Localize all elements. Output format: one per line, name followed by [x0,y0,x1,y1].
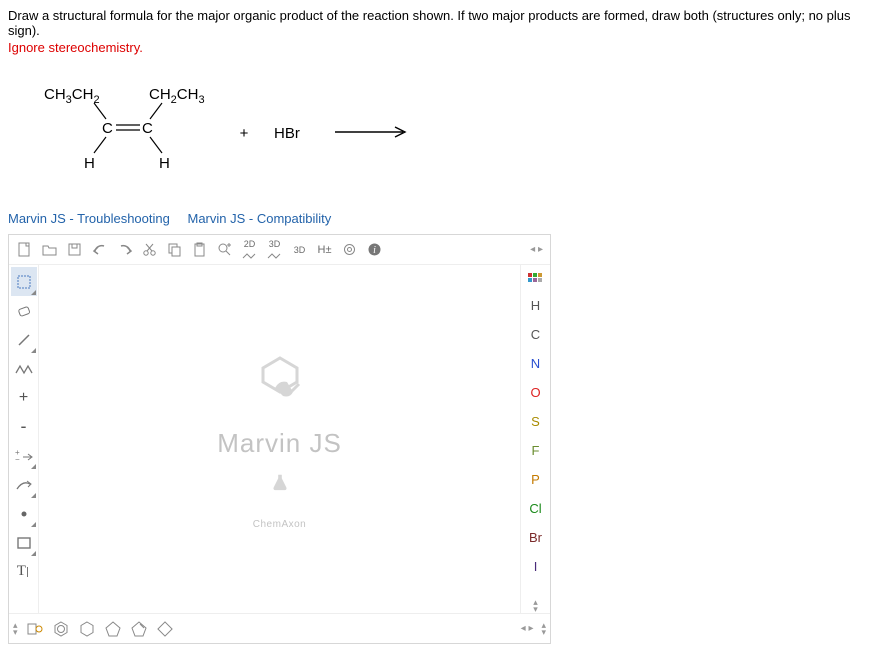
svg-text:H: H [84,155,95,172]
zoom-icon[interactable] [212,237,237,262]
bond-tool[interactable] [11,325,37,354]
new-icon[interactable] [12,237,37,262]
link-compatibility[interactable]: Marvin JS - Compatibility [187,211,331,226]
question-text: Draw a structural formula for the major … [8,8,878,38]
watermark-brand: ChemAxon [253,519,306,530]
element-h[interactable]: H [523,291,549,320]
svg-text:C: C [102,120,113,137]
watermark-title: Marvin JS [217,428,342,459]
svg-text:H: H [159,155,170,172]
svg-text:CH3CH2: CH3CH2 [44,86,100,106]
template-misc[interactable] [22,616,48,641]
open-icon[interactable] [37,237,62,262]
marvin-editor: 2D 3D 3D H± i ◂ ▸ + - +− T H C N O S F P… [8,234,551,644]
rotate3d-icon[interactable]: 3D [287,237,312,262]
reaction-arrow [333,124,413,143]
clean3d-icon[interactable]: 3D [262,237,287,262]
element-f[interactable]: F [523,436,549,465]
element-s[interactable]: S [523,407,549,436]
periodic-table-icon[interactable] [523,267,549,291]
instruction-text: Ignore stereochemistry. [8,40,878,55]
svg-text:CH2CH3: CH2CH3 [149,86,205,106]
template-cyclopentadiene[interactable] [126,616,152,641]
element-c[interactable]: C [523,320,549,349]
paste-icon[interactable] [187,237,212,262]
template-cyclohexane[interactable] [74,616,100,641]
svg-text:i: i [373,245,376,256]
reactant-structure: CH3CH2 CH2CH3 C C H H [44,83,214,183]
dot-tool[interactable] [11,499,37,528]
top-toolbar: 2D 3D 3D H± i ◂ ▸ [9,235,550,265]
chemaxon-logo-icon [271,473,289,491]
element-n[interactable]: N [523,349,549,378]
undo-icon[interactable] [87,237,112,262]
arrow-tool[interactable] [11,470,37,499]
charge-plus-tool[interactable]: + [11,383,37,412]
text-tool[interactable]: T [11,557,37,586]
bottom-updown[interactable]: ▴▾ [13,622,18,636]
cut-icon[interactable] [137,237,162,262]
element-i[interactable]: I [523,552,549,581]
box-tool[interactable] [11,528,37,557]
bottom-updown2[interactable]: ▴▾ [541,622,546,636]
svg-text:−: − [15,455,20,463]
drawing-canvas[interactable]: Marvin JS ChemAxon [39,265,520,613]
template-cyclopentane[interactable] [100,616,126,641]
template-cyclobutane[interactable] [152,616,178,641]
link-troubleshooting[interactable]: Marvin JS - Troubleshooting [8,211,170,226]
top-scroll[interactable]: ◂ ▸ [526,244,547,255]
select-tool[interactable] [11,267,37,296]
copy-icon[interactable] [162,237,187,262]
settings-icon[interactable] [337,237,362,262]
bottom-scroll[interactable]: ◂ ▸ [517,623,538,634]
reaction-diagram: CH3CH2 CH2CH3 C C H H + HBr [8,73,878,193]
redo-icon[interactable] [112,237,137,262]
charge-minus-tool[interactable]: - [11,412,37,441]
left-toolbar: + - +− T [9,265,39,613]
plus-sign: + [240,125,249,142]
help-links: Marvin JS - Troubleshooting Marvin JS - … [8,211,878,226]
element-cl[interactable]: Cl [523,494,549,523]
plusminus-arrow-tool[interactable]: +− [11,441,37,470]
svg-text:C: C [142,120,153,137]
watermark-icon [245,348,315,418]
hydrogens-icon[interactable]: H± [312,237,337,262]
save-icon[interactable] [62,237,87,262]
erase-tool[interactable] [11,296,37,325]
reagent-hbr: HBr [274,125,300,142]
element-br[interactable]: Br [523,523,549,552]
right-scroll[interactable]: ▴▾ [533,599,538,613]
right-toolbar: H C N O S F P Cl Br I ▴▾ [520,265,550,613]
clean2d-icon[interactable]: 2D [237,237,262,262]
bottom-toolbar: ▴▾ ◂ ▸ ▴▾ [9,613,550,643]
chain-tool[interactable] [11,354,37,383]
info-icon[interactable]: i [362,237,387,262]
template-benzene[interactable] [48,616,74,641]
element-o[interactable]: O [523,378,549,407]
element-p[interactable]: P [523,465,549,494]
